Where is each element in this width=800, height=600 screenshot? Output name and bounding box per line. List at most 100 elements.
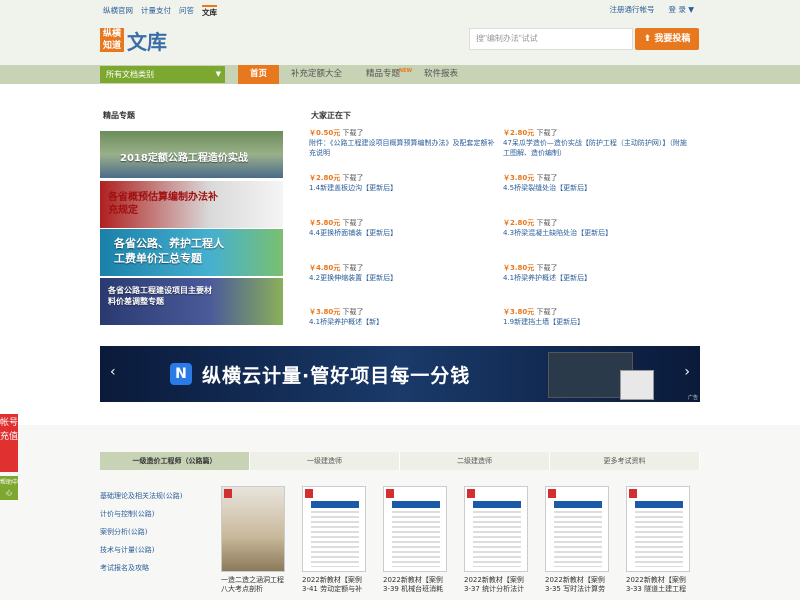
featured-title: 精品专题 <box>103 111 135 120</box>
tab-more[interactable]: 更多考试资料 <box>550 452 700 470</box>
book-cover[interactable] <box>545 486 609 572</box>
banner-2018-quota[interactable]: 2018定额公路工程造价实战 <box>100 131 283 178</box>
banner-estimate-rules[interactable]: 各省概预估算编制办法补充规定 <box>100 181 283 228</box>
doc-name[interactable]: 附件：《公路工程建设项目概算预算编制办法》及配套定额补充说明 <box>309 138 499 158</box>
tab-quota[interactable]: 补充定额大全 <box>279 65 354 84</box>
book-title[interactable]: 2022新教材【案例3-39 机械台班消耗定额】 <box>383 576 447 594</box>
top-link-official[interactable]: 纵横官网 <box>103 5 133 18</box>
logo-box[interactable]: 纵横知道 <box>100 28 124 52</box>
login-link[interactable]: 登 录 ▼ <box>668 4 694 15</box>
tab-constructor-1[interactable]: 一级建造师 <box>250 452 400 470</box>
main-nav: 所有文档类别 ▼ 首页 补充定额大全 精品专题 NEW 软件报表 <box>0 65 800 84</box>
top-link-qa[interactable]: 问答 <box>179 5 194 18</box>
category-item[interactable]: 计价与控制(公路) <box>100 505 182 523</box>
book-title[interactable]: 2022新教材【案例3-37 统计分析法计算】 <box>464 576 528 594</box>
list-item[interactable]: ￥4.80元 下载了 4.2更换伸缩装置【更新后】 <box>309 263 499 283</box>
upload-button[interactable]: ⬆ 我要投稿 <box>635 28 699 50</box>
tab-featured[interactable]: 精品专题 NEW <box>354 65 412 84</box>
ad-logo-icon: N <box>170 363 192 385</box>
cover-stripe <box>554 501 602 508</box>
price: ￥4.80元 <box>309 264 341 272</box>
search-input[interactable]: 搜"编制办法"试试 <box>469 28 633 50</box>
list-item[interactable]: ￥2.80元 下载了 1.4新建盖板边沟【更新后】 <box>309 173 499 193</box>
banner-material-diff[interactable]: 各省公路工程建设项目主要材料价差调整专题 <box>100 278 283 325</box>
cover-lines <box>473 511 521 567</box>
dl-label: 下载了 <box>342 264 364 272</box>
ad-banner[interactable]: ‹ N 纵横云计量·管好项目每一分钱 › 广告 <box>100 346 700 402</box>
category-item[interactable]: 案例分析(公路) <box>100 523 182 541</box>
dl-label: 下载了 <box>342 219 364 227</box>
dl-label: 下载了 <box>342 174 364 182</box>
doc-name[interactable]: 4.3桥梁混凝土缺陷处治【更新后】 <box>503 228 693 238</box>
book-cover[interactable] <box>626 486 690 572</box>
top-link-payment[interactable]: 计量支付 <box>141 5 171 18</box>
cover-stripe <box>473 501 521 508</box>
ad-screenshot-small <box>620 370 654 400</box>
doc-name[interactable]: 1.9新建挡土墙【更新后】 <box>503 317 693 327</box>
category-list: 基础理论及相关法规(公路) 计价与控制(公路) 案例分析(公路) 技术与计量(公… <box>100 487 182 577</box>
doc-name[interactable]: 4.1桥梁养护概述【新】 <box>309 317 499 327</box>
help-center-button[interactable]: 帮助中心 <box>0 476 18 500</box>
book-title[interactable]: 一造二造之涵洞工程八大考点剖析 <box>221 576 285 594</box>
chevron-left-icon[interactable]: ‹ <box>110 364 116 380</box>
dl-label: 下载了 <box>342 308 364 316</box>
book-card[interactable]: 2022新教材【案例3-33 隧道土建工程概算】 <box>626 486 690 594</box>
ad-text: 纵横云计量·管好项目每一分钱 <box>202 365 471 387</box>
top-link-library[interactable]: 文库 <box>202 5 217 18</box>
chevron-right-icon[interactable]: › <box>684 364 690 380</box>
book-card[interactable]: 2022新教材【案例3-41 劳动定额与补充定额】 <box>302 486 366 594</box>
cover-lines <box>635 511 683 567</box>
banner-text: 各省公路工程建设项目主要材料价差调整专题 <box>108 286 212 306</box>
pdf-icon <box>386 489 394 498</box>
dl-label: 下载了 <box>536 129 558 137</box>
category-item[interactable]: 基础理论及相关法规(公路) <box>100 487 182 505</box>
dl-label: 下载了 <box>536 219 558 227</box>
book-cover[interactable] <box>464 486 528 572</box>
list-item[interactable]: ￥3.80元 下载了 4.1桥梁养护概述【新】 <box>309 307 499 327</box>
exam-tabs: 一级造价工程师（公路篇） 一级建造师 二级建造师 更多考试资料 <box>100 452 700 470</box>
list-item[interactable]: ￥0.50元 下载了 附件：《公路工程建设项目概算预算编制办法》及配套定额补充说… <box>309 128 499 158</box>
book-card[interactable]: 2022新教材【案例3-37 统计分析法计算】 <box>464 486 528 594</box>
price: ￥5.80元 <box>309 219 341 227</box>
tab-constructor-2[interactable]: 二级建造师 <box>400 452 550 470</box>
book-title[interactable]: 2022新教材【案例3-35 写时法计算劳动定额】 <box>545 576 609 594</box>
category-select[interactable]: 所有文档类别 ▼ <box>100 66 225 83</box>
price: ￥3.80元 <box>503 174 535 182</box>
tab-software[interactable]: 软件报表 <box>412 65 470 84</box>
doc-name[interactable]: 4.2更换伸缩装置【更新后】 <box>309 273 499 283</box>
list-item[interactable]: ￥3.80元 下载了 4.1桥梁养护概述【更新后】 <box>503 263 693 283</box>
book-card[interactable]: 2022新教材【案例3-35 写时法计算劳动定额】 <box>545 486 609 594</box>
pdf-icon <box>467 489 475 498</box>
book-card[interactable]: 一造二造之涵洞工程八大考点剖析 <box>221 486 285 594</box>
list-item[interactable]: ￥3.80元 下载了 4.5桥梁裂缝处治【更新后】 <box>503 173 693 193</box>
category-label: 所有文档类别 <box>106 70 154 79</box>
logo-text[interactable]: 文库 <box>127 26 167 55</box>
banner-labor-cost[interactable]: 各省公路、养护工程人工费单价汇总专题 <box>100 229 283 276</box>
book-title[interactable]: 2022新教材【案例3-41 劳动定额与补充定额】 <box>302 576 366 594</box>
pdf-icon <box>629 489 637 498</box>
tab-featured-label: 精品专题 <box>366 69 401 79</box>
book-cover[interactable] <box>383 486 447 572</box>
new-badge: NEW <box>398 68 413 74</box>
register-link[interactable]: 注册通行帐号 <box>609 4 654 15</box>
list-item[interactable]: ￥2.80元 下载了 4.3桥梁混凝土缺陷处治【更新后】 <box>503 218 693 238</box>
doc-name[interactable]: 4.5桥梁裂缝处治【更新后】 <box>503 183 693 193</box>
doc-name[interactable]: 1.4新建盖板边沟【更新后】 <box>309 183 499 193</box>
book-cover[interactable] <box>221 486 285 572</box>
list-item[interactable]: ￥5.80元 下载了 4.4更换桥面铺装【更新后】 <box>309 218 499 238</box>
price: ￥2.80元 <box>503 129 535 137</box>
list-item[interactable]: ￥3.80元 下载了 1.9新建挡土墙【更新后】 <box>503 307 693 327</box>
book-title[interactable]: 2022新教材【案例3-33 隧道土建工程概算】 <box>626 576 690 594</box>
doc-name[interactable]: 4.4更换桥面铺装【更新后】 <box>309 228 499 238</box>
list-item[interactable]: ￥2.80元 下载了 47呆瓜学造价—造价实战【防护工程（主动防护网）】（附施工… <box>503 128 693 158</box>
doc-name[interactable]: 47呆瓜学造价—造价实战【防护工程（主动防护网）】（附施工图解、造价编制） <box>503 138 693 158</box>
account-recharge-button[interactable]: 帐号充值 <box>0 414 18 472</box>
tab-cost-engineer[interactable]: 一级造价工程师（公路篇） <box>100 452 250 470</box>
book-card[interactable]: 2022新教材【案例3-39 机械台班消耗定额】 <box>383 486 447 594</box>
category-item[interactable]: 技术与计量(公路) <box>100 541 182 559</box>
tab-home[interactable]: 首页 <box>238 65 280 84</box>
price: ￥3.80元 <box>309 308 341 316</box>
doc-name[interactable]: 4.1桥梁养护概述【更新后】 <box>503 273 693 283</box>
category-item[interactable]: 考试报名及攻略 <box>100 559 182 577</box>
book-cover[interactable] <box>302 486 366 572</box>
